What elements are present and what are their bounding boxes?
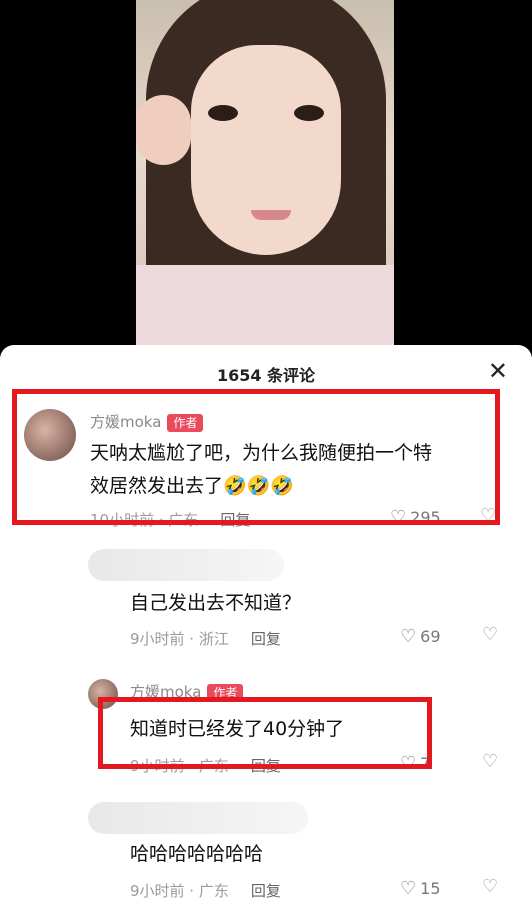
like-button[interactable]: ♡ 15 bbox=[400, 878, 441, 899]
comment-meta: 9小时前 · 浙江 回复 bbox=[130, 628, 281, 649]
like-count: 15 bbox=[420, 879, 441, 898]
highlight-box bbox=[98, 697, 432, 769]
comment-item: 哈哈哈哈哈哈哈 9小时前 · 广东 回复 ♡ 15 ♡ bbox=[0, 800, 532, 910]
video-left-eye bbox=[208, 105, 238, 121]
comment-text: 自己发出去不知道？ bbox=[130, 592, 302, 614]
reply-button[interactable]: 回复 bbox=[251, 630, 281, 648]
video-hand bbox=[136, 95, 191, 165]
dislike-icon[interactable]: ♡ bbox=[482, 751, 498, 772]
comment-sheet: 1654 条评论 ✕ 方媛moka 作者 天呐太尴尬了吧，为什么我随便拍一个特 效… bbox=[0, 345, 532, 915]
comment-time: 9小时前 · 广东 bbox=[130, 882, 229, 900]
comment-text: 哈哈哈哈哈哈哈 bbox=[130, 843, 264, 865]
like-count: 69 bbox=[420, 627, 441, 646]
video-shirt bbox=[136, 265, 394, 345]
comment-time: 9小时前 · 浙江 bbox=[130, 630, 229, 648]
close-icon[interactable]: ✕ bbox=[488, 357, 508, 385]
heart-icon: ♡ bbox=[400, 626, 417, 647]
blurred-username bbox=[88, 549, 284, 581]
like-button[interactable]: ♡ 69 bbox=[400, 626, 441, 647]
reply-button[interactable]: 回复 bbox=[251, 882, 281, 900]
comment-count-title: 1654 条评论 bbox=[216, 366, 316, 385]
blurred-username bbox=[88, 802, 308, 834]
video-mouth bbox=[251, 210, 291, 220]
dislike-icon[interactable]: ♡ bbox=[482, 624, 498, 645]
dislike-icon[interactable]: ♡ bbox=[482, 876, 498, 897]
highlight-box bbox=[12, 389, 500, 525]
video-right-eye bbox=[294, 105, 324, 121]
video-frame bbox=[136, 0, 394, 345]
comment-item: 自己发出去不知道？ 9小时前 · 浙江 回复 ♡ 69 ♡ bbox=[0, 545, 532, 655]
video-face bbox=[191, 45, 341, 255]
comment-meta: 9小时前 · 广东 回复 bbox=[130, 880, 281, 901]
heart-icon: ♡ bbox=[400, 878, 417, 899]
video-player[interactable] bbox=[0, 0, 532, 345]
